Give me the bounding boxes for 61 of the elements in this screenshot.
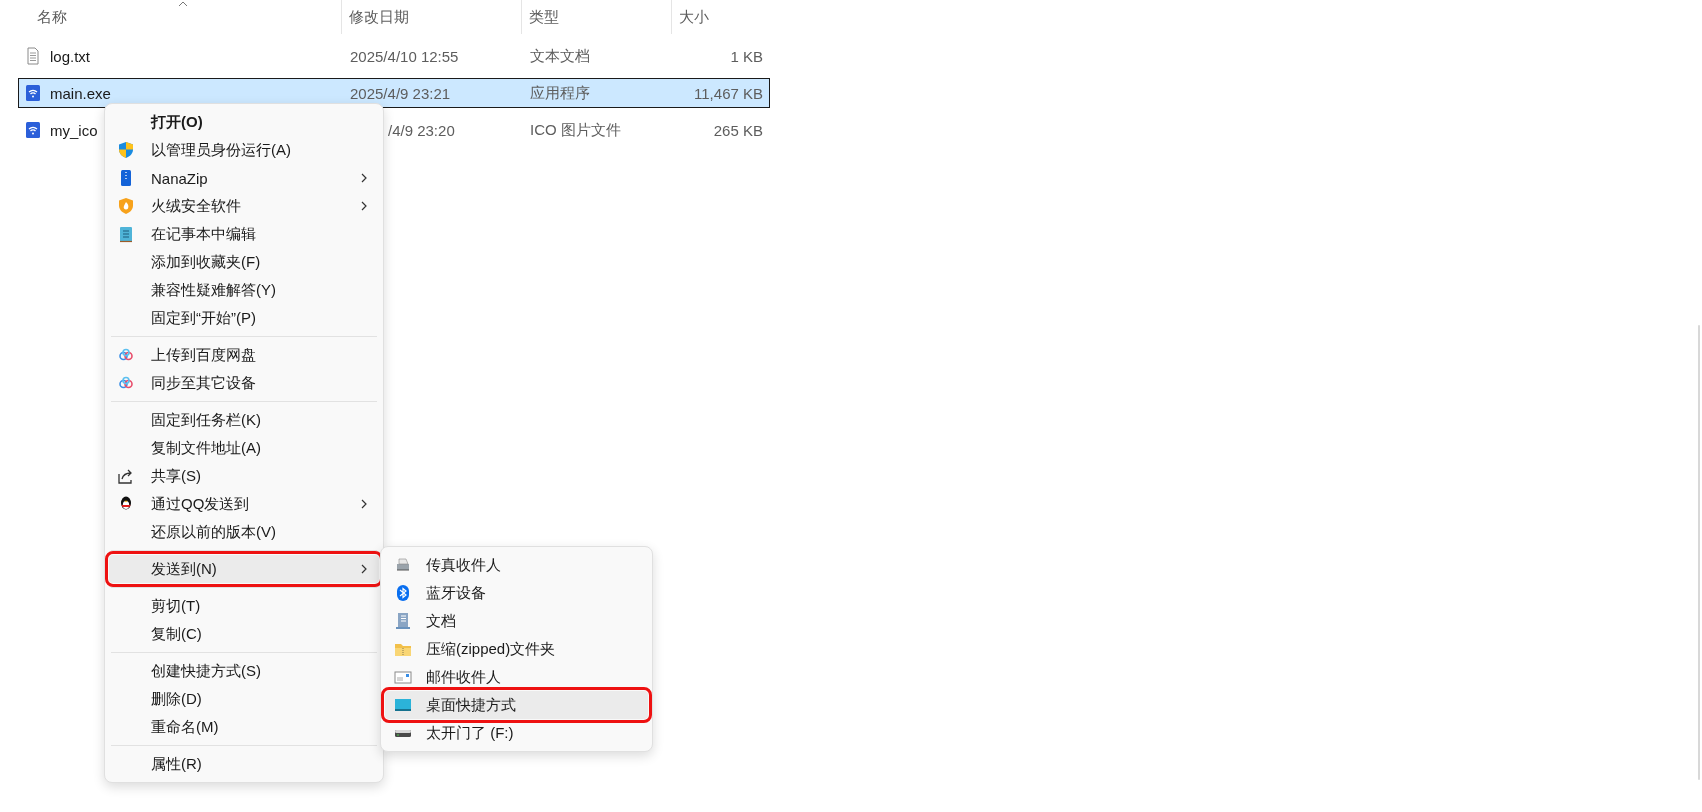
menu-item[interactable]: 固定到任务栏(K): [109, 406, 379, 434]
desktop-icon: [394, 696, 412, 714]
scrollbar[interactable]: [1698, 325, 1700, 780]
file-name: main.exe: [50, 84, 111, 102]
bluetooth-icon: [394, 584, 412, 602]
menu-item[interactable]: 上传到百度网盘: [109, 341, 379, 369]
menu-item[interactable]: 文档: [385, 607, 648, 635]
notepad-icon: [117, 225, 135, 243]
file-name: log.txt: [50, 47, 91, 65]
menu-item[interactable]: 兼容性疑难解答(Y): [109, 276, 379, 304]
file-date: 2025/4/10 12:55: [350, 47, 459, 65]
menu-item[interactable]: 剪切(T): [109, 592, 379, 620]
menu-item[interactable]: 传真收件人: [385, 551, 648, 579]
flame-shield-icon: [117, 197, 135, 215]
file-date: 2025/4/9 23:21: [350, 84, 451, 102]
menu-item[interactable]: 共享(S): [109, 462, 379, 490]
menu-item[interactable]: 删除(D): [109, 685, 379, 713]
menu-item[interactable]: NanaZip: [109, 164, 379, 192]
file-type: ICO 图片文件: [530, 120, 621, 138]
file-type: 应用程序: [530, 83, 590, 101]
chevron-icon: [361, 173, 367, 183]
menu-item[interactable]: 通过QQ发送到: [109, 490, 379, 518]
menu-item[interactable]: 同步至其它设备: [109, 369, 379, 397]
chevron-icon: [361, 564, 367, 574]
column-header[interactable]: 大小: [679, 7, 709, 27]
column-header[interactable]: 名称: [37, 7, 67, 27]
chevron-icon: [361, 201, 367, 211]
wifi-app-icon: [24, 84, 42, 102]
file-size: 11,467 KB: [694, 84, 763, 102]
envelope-icon: [394, 668, 412, 686]
menu-item[interactable]: 太开门了 (F:): [385, 719, 648, 747]
menu-item[interactable]: 固定到“开始”(P): [109, 304, 379, 332]
document-icon: [394, 612, 412, 630]
shield-icon: [117, 141, 135, 159]
share-icon: [117, 467, 135, 485]
menu-item[interactable]: 在记事本中编辑: [109, 220, 379, 248]
document-icon: [24, 47, 42, 65]
menu-item[interactable]: 邮件收件人: [385, 663, 648, 691]
menu-item[interactable]: 蓝牙设备: [385, 579, 648, 607]
file-size: 1 KB: [730, 47, 763, 65]
wifi-app-icon: [24, 121, 42, 139]
menu-item[interactable]: 重命名(M): [109, 713, 379, 741]
column-header[interactable]: 类型: [529, 7, 559, 27]
menu-item[interactable]: 还原以前的版本(V): [109, 518, 379, 546]
menu-item[interactable]: 以管理员身份运行(A): [109, 136, 379, 164]
file-size: 265 KB: [713, 121, 763, 139]
menu-item[interactable]: 火绒安全软件: [109, 192, 379, 220]
file-type: 文本文档: [530, 46, 590, 64]
file-name: my_ico: [50, 121, 98, 139]
menu-item[interactable]: 复制文件地址(A): [109, 434, 379, 462]
chevron-icon: [361, 499, 367, 509]
file-row[interactable]: main.exe 2025/4/9 23:21 应用程序 11,467 KB: [18, 78, 770, 108]
menu-item[interactable]: 打开(O): [109, 108, 379, 136]
menu-item[interactable]: 复制(C): [109, 620, 379, 648]
file-date: /4/9 23:20: [388, 121, 455, 139]
column-header[interactable]: 修改日期: [349, 7, 409, 27]
printer-icon: [394, 556, 412, 574]
menu-item[interactable]: 属性(R): [109, 750, 379, 778]
menu-item[interactable]: 创建快捷方式(S): [109, 657, 379, 685]
menu-item[interactable]: 压缩(zipped)文件夹: [385, 635, 648, 663]
menu-item[interactable]: 添加到收藏夹(F): [109, 248, 379, 276]
